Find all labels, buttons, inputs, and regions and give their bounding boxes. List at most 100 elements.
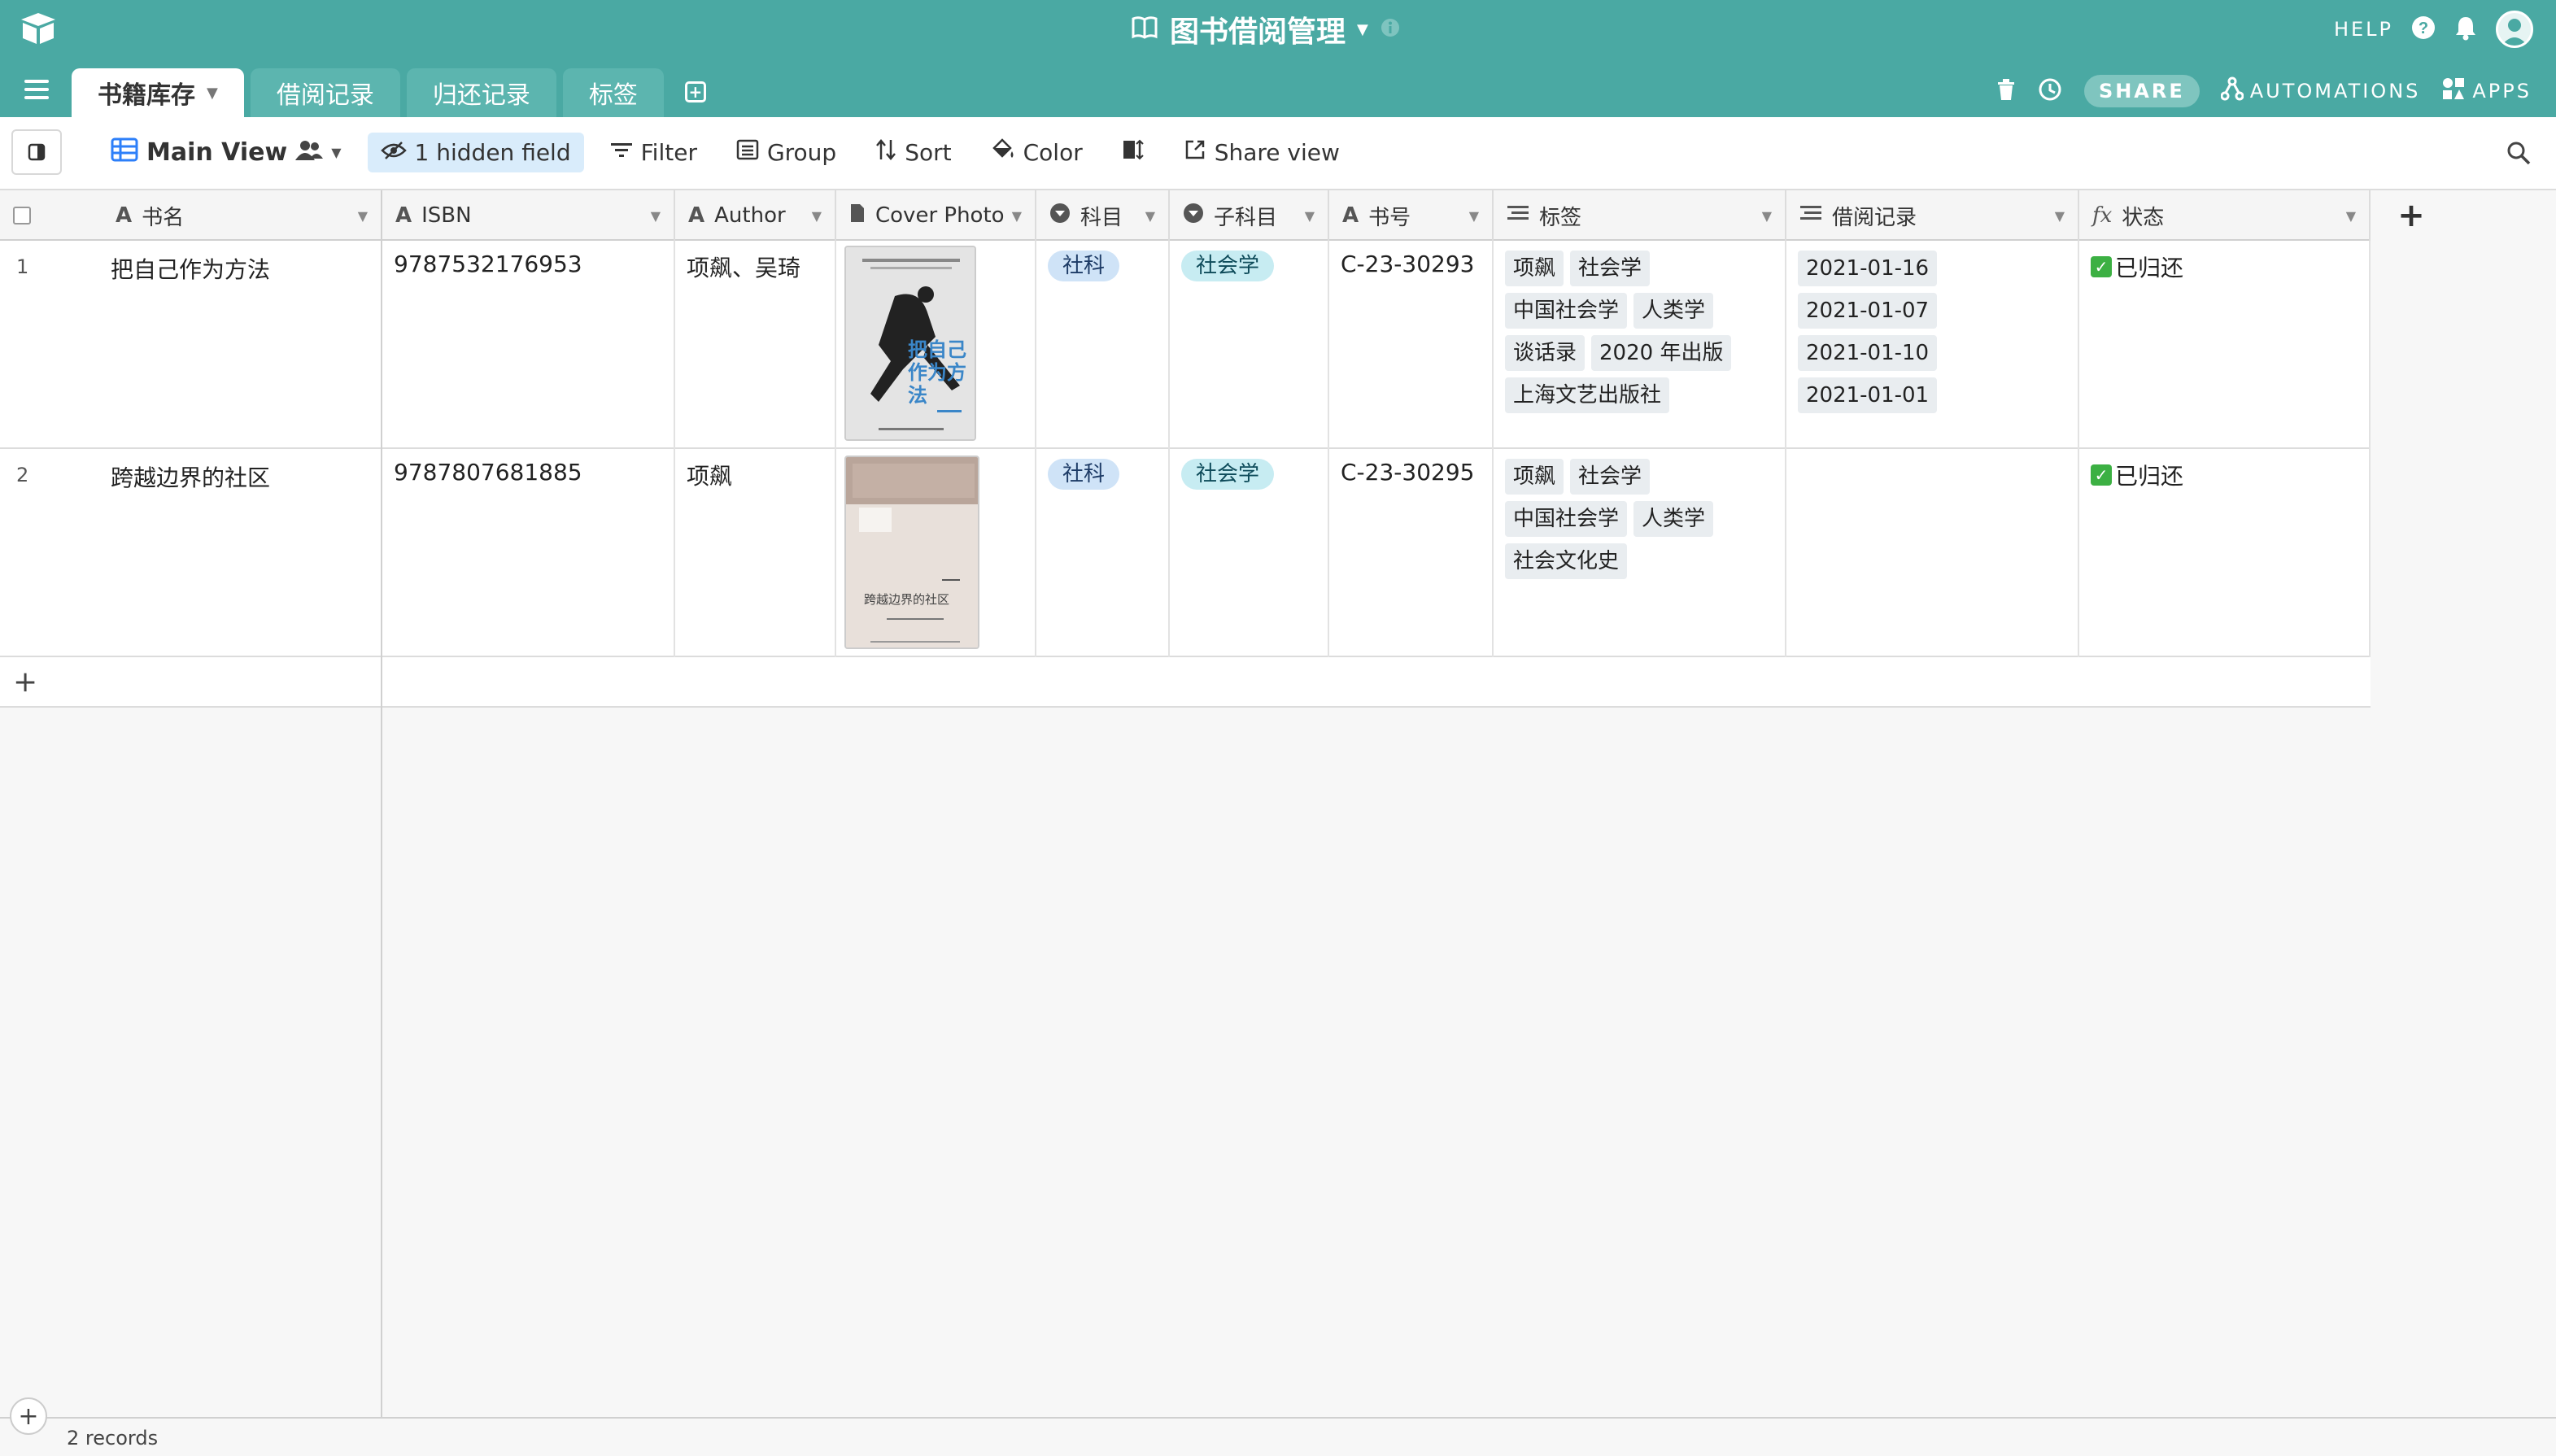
column-header-title[interactable]: A 书名 ▼ bbox=[0, 190, 382, 241]
table-row[interactable]: 2 跨越边界的社区 9787807681885 项飙 跨越边界的社区 社科 社会… bbox=[0, 449, 2371, 657]
cell-cover-photo[interactable]: 跨越边界的社区 bbox=[836, 449, 1036, 657]
cell-status[interactable]: ✓ 已归还 bbox=[2079, 241, 2371, 449]
tag-chip[interactable]: 社会文化史 bbox=[1505, 543, 1628, 579]
view-switcher[interactable]: Main View ▼ bbox=[98, 131, 355, 174]
filter-button[interactable]: Filter bbox=[597, 133, 710, 172]
tag-chip[interactable]: 项飙 bbox=[1505, 251, 1564, 286]
tab-borrow-records[interactable]: 借阅记录 bbox=[250, 68, 400, 117]
borrow-record-chip[interactable]: 2021-01-10 bbox=[1798, 335, 1938, 371]
chevron-down-icon[interactable]: ▼ bbox=[1469, 208, 1479, 224]
chevron-down-icon[interactable]: ▼ bbox=[651, 208, 661, 224]
cell-book-no[interactable]: C-23-30293 bbox=[1329, 241, 1494, 449]
chevron-down-icon[interactable]: ▼ bbox=[1762, 208, 1772, 224]
apps-button[interactable]: APPS bbox=[2441, 76, 2532, 106]
cell-subject[interactable]: 社科 bbox=[1036, 449, 1170, 657]
cell-subject[interactable]: 社科 bbox=[1036, 241, 1170, 449]
share-view-button[interactable]: Share view bbox=[1171, 132, 1353, 173]
column-header-subsubject[interactable]: 子科目 ▼ bbox=[1170, 190, 1329, 241]
table-row[interactable]: 1 把自己作为方法 9787532176953 项飙、吴琦 把自己作为方法 社科… bbox=[0, 241, 2371, 449]
menu-icon[interactable] bbox=[24, 80, 49, 99]
cell-borrow-records[interactable]: 2021-01-16 2021-01-07 2021-01-10 2021-01… bbox=[1786, 241, 2079, 449]
notification-bell-icon[interactable] bbox=[2453, 15, 2478, 44]
tag-chip[interactable]: 社会学 bbox=[1570, 251, 1651, 286]
help-label[interactable]: HELP bbox=[2334, 18, 2393, 41]
add-table-icon[interactable]: + bbox=[684, 81, 706, 102]
column-header-isbn[interactable]: A ISBN ▼ bbox=[382, 190, 675, 241]
borrow-record-chip[interactable]: 2021-01-01 bbox=[1798, 377, 1938, 413]
select-all-checkbox[interactable] bbox=[13, 207, 31, 225]
svg-text:?: ? bbox=[2419, 20, 2428, 37]
user-avatar[interactable] bbox=[2496, 11, 2533, 48]
column-header-cover-photo[interactable]: Cover Photo ▼ bbox=[836, 190, 1036, 241]
chevron-down-icon[interactable]: ▼ bbox=[358, 208, 368, 224]
color-button[interactable]: Color bbox=[978, 132, 1096, 173]
column-header-borrow-records[interactable]: 借阅记录 ▼ bbox=[1786, 190, 2079, 241]
tab-books-inventory[interactable]: 书籍库存 ▼ bbox=[72, 68, 244, 117]
tag-chip[interactable]: 人类学 bbox=[1633, 501, 1714, 537]
column-header-book-no[interactable]: A 书号 ▼ bbox=[1329, 190, 1494, 241]
cell-book-no[interactable]: C-23-30295 bbox=[1329, 449, 1494, 657]
chevron-down-icon[interactable]: ▼ bbox=[2346, 208, 2356, 224]
cell-isbn[interactable]: 9787807681885 bbox=[382, 449, 675, 657]
cell-author[interactable]: 项飙 bbox=[675, 449, 836, 657]
cell-cover-photo[interactable]: 把自己作为方法 bbox=[836, 241, 1036, 449]
automations-button[interactable]: AUTOMATIONS bbox=[2220, 76, 2421, 106]
borrow-record-chip[interactable]: 2021-01-07 bbox=[1798, 293, 1938, 329]
cell-status[interactable]: ✓ 已归还 bbox=[2079, 449, 2371, 657]
cell-title[interactable]: 1 把自己作为方法 bbox=[0, 241, 382, 449]
chevron-down-icon[interactable]: ▼ bbox=[1357, 21, 1368, 38]
history-icon[interactable] bbox=[2037, 76, 2063, 106]
cell-tags[interactable]: 项飙 社会学 中国社会学 人类学 社会文化史 bbox=[1494, 449, 1786, 657]
cell-author[interactable]: 项飙、吴琦 bbox=[675, 241, 836, 449]
cell-tags[interactable]: 项飙 社会学 中国社会学 人类学 谈话录 2020 年出版 上海文艺出版社 bbox=[1494, 241, 1786, 449]
tag-chip[interactable]: 社会学 bbox=[1570, 459, 1651, 495]
author-text: 项飙 bbox=[687, 463, 733, 490]
app-logo-icon[interactable] bbox=[20, 11, 57, 46]
cell-title[interactable]: 2 跨越边界的社区 bbox=[0, 449, 382, 657]
cover-thumbnail[interactable]: 把自己作为方法 bbox=[844, 246, 976, 441]
base-title-group[interactable]: 图书借阅管理 ▼ bbox=[1131, 8, 1401, 50]
add-field-button[interactable]: + bbox=[2371, 190, 2452, 241]
row-number: 1 bbox=[16, 255, 29, 278]
sidebar-toggle-button[interactable] bbox=[11, 129, 62, 175]
column-header-status[interactable]: fx 状态 ▼ bbox=[2079, 190, 2371, 241]
info-icon[interactable] bbox=[1380, 17, 1401, 41]
chevron-down-icon[interactable]: ▼ bbox=[812, 208, 822, 224]
group-button[interactable]: Group bbox=[723, 133, 849, 172]
linked-record-icon bbox=[1507, 203, 1529, 228]
help-icon[interactable]: ? bbox=[2411, 15, 2436, 43]
chevron-down-icon[interactable]: ▼ bbox=[1145, 208, 1155, 224]
tag-chip[interactable]: 中国社会学 bbox=[1505, 501, 1628, 537]
column-header-author[interactable]: A Author ▼ bbox=[675, 190, 836, 241]
row-height-button[interactable] bbox=[1109, 132, 1158, 173]
share-button[interactable]: SHARE bbox=[2083, 75, 2200, 107]
add-record-button[interactable]: + bbox=[10, 1397, 47, 1435]
search-icon[interactable] bbox=[2506, 140, 2532, 169]
tag-chip[interactable]: 人类学 bbox=[1633, 293, 1714, 329]
chevron-down-icon[interactable]: ▼ bbox=[2055, 208, 2065, 224]
trash-icon[interactable] bbox=[1996, 77, 2016, 105]
add-record-row[interactable]: + bbox=[0, 657, 2371, 708]
cell-borrow-records[interactable] bbox=[1786, 449, 2079, 657]
column-header-subject[interactable]: 科目 ▼ bbox=[1036, 190, 1170, 241]
tab-tags[interactable]: 标签 bbox=[562, 68, 664, 117]
cell-isbn[interactable]: 9787532176953 bbox=[382, 241, 675, 449]
tag-chip[interactable]: 中国社会学 bbox=[1505, 293, 1628, 329]
column-header-tags[interactable]: 标签 ▼ bbox=[1494, 190, 1786, 241]
tag-chip[interactable]: 项飙 bbox=[1505, 459, 1564, 495]
tag-chip[interactable]: 谈话录 bbox=[1505, 335, 1586, 371]
sort-button[interactable]: Sort bbox=[862, 132, 964, 173]
row-height-icon bbox=[1122, 138, 1145, 167]
cell-subsubject[interactable]: 社会学 bbox=[1170, 241, 1329, 449]
tab-return-records[interactable]: 归还记录 bbox=[406, 68, 556, 117]
chevron-down-icon[interactable]: ▼ bbox=[1012, 208, 1022, 224]
chevron-down-icon[interactable]: ▼ bbox=[1305, 208, 1315, 224]
cover-thumbnail[interactable]: 跨越边界的社区 bbox=[844, 456, 979, 649]
tag-chip[interactable]: 2020 年出版 bbox=[1591, 335, 1732, 371]
tag-chip[interactable]: 上海文艺出版社 bbox=[1505, 377, 1670, 413]
hidden-fields-button[interactable]: 1 hidden field bbox=[367, 132, 584, 172]
borrow-record-chip[interactable]: 2021-01-16 bbox=[1798, 251, 1938, 286]
chevron-down-icon[interactable]: ▼ bbox=[207, 85, 218, 102]
cell-subsubject[interactable]: 社会学 bbox=[1170, 449, 1329, 657]
chevron-down-icon[interactable]: ▼ bbox=[331, 145, 341, 160]
